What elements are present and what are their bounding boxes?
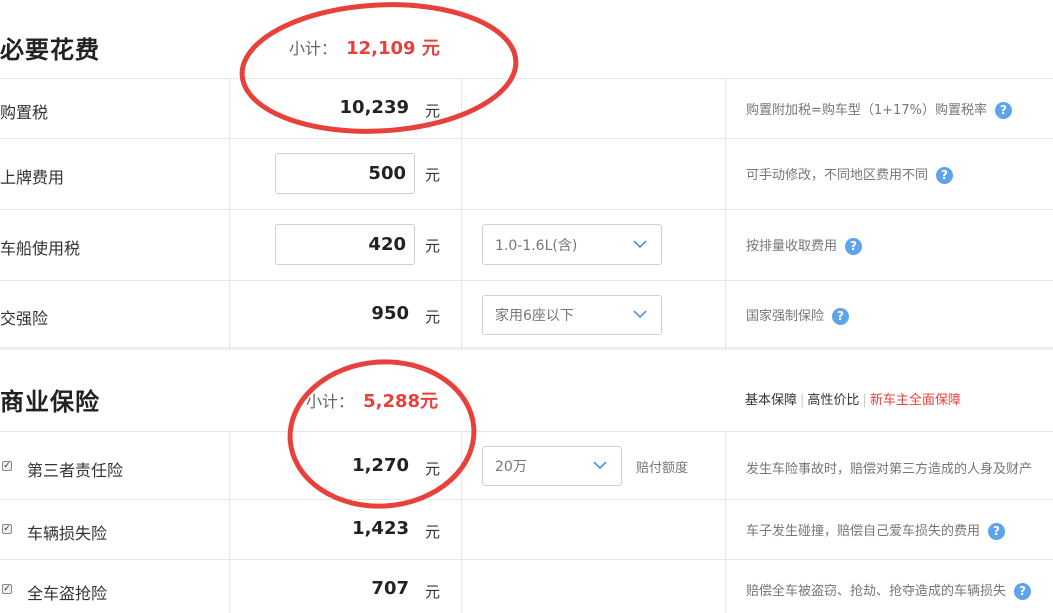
vehicle-tax-note: 按排量收取费用?	[746, 235, 863, 255]
note-text: 可手动修改，不同地区费用不同	[746, 168, 929, 183]
select-value: 20万	[495, 459, 527, 475]
column-divider	[725, 78, 726, 348]
plan-link-basic[interactable]: 基本保障	[745, 393, 797, 408]
column-divider	[229, 78, 230, 348]
row-label-compulsory-insurance: 交强险	[0, 309, 49, 328]
vehicle-damage-value: 1,423	[352, 518, 409, 539]
section-divider	[0, 347, 1053, 350]
subtotal-label: 小计：	[306, 392, 355, 411]
unit-label: 元	[425, 523, 441, 541]
compulsory-insurance-value: 950	[371, 303, 409, 324]
divider	[0, 559, 1053, 560]
seat-type-select[interactable]: 家用6座以下	[482, 295, 662, 335]
divider	[0, 431, 1053, 432]
row-label-vehicle-damage: 车辆损失险	[27, 524, 108, 543]
select-value: 家用6座以下	[495, 308, 574, 324]
annotation-circle	[287, 359, 477, 509]
purchase-tax-note: 购置附加税=购车型（1+17%）购置税率?	[746, 99, 1012, 119]
divider	[0, 499, 1053, 500]
subtotal-amount: 5,288元	[363, 391, 439, 412]
plan-link-value[interactable]: 高性价比	[807, 393, 859, 408]
checkbox-checked-icon[interactable]: ✓	[2, 461, 12, 471]
help-icon[interactable]: ?	[832, 308, 850, 325]
chevron-down-icon	[593, 461, 607, 470]
help-icon[interactable]: ?	[994, 102, 1012, 119]
registration-fee-input[interactable]	[275, 153, 415, 194]
chevron-down-icon	[633, 310, 647, 319]
unit-label: 元	[425, 166, 441, 184]
divider	[0, 138, 1053, 139]
commercial-subtotal: 小计： 5,288元	[306, 387, 438, 413]
third-party-note: 发生车险事故时，赔偿对第三方造成的人身及财产	[746, 462, 1033, 477]
chevron-down-icon	[633, 239, 647, 248]
note-text: 按排量收取费用	[746, 239, 838, 254]
row-label-third-party: 第三者责任险	[27, 461, 124, 480]
displacement-select[interactable]: 1.0-1.6L(含)	[482, 224, 662, 265]
theft-value: 707	[371, 578, 409, 599]
note-text: 购置附加税=购车型（1+17%）购置税率	[746, 103, 987, 118]
help-icon[interactable]: ?	[1014, 583, 1032, 600]
help-icon[interactable]: ?	[845, 238, 863, 255]
subtotal-amount: 12,109 元	[346, 38, 440, 59]
divider	[0, 78, 1053, 79]
required-subtotal: 小计： 12,109 元	[289, 34, 440, 60]
theft-note: 赔偿全车被盗窃、抢劫、抢夺造成的车辆损失?	[746, 580, 1032, 600]
column-divider	[461, 78, 462, 348]
column-divider	[229, 431, 230, 613]
row-label-registration-fee: 上牌费用	[0, 168, 65, 187]
note-text: 国家强制保险	[746, 309, 825, 324]
section-title-commercial: 商业保险	[0, 388, 100, 416]
column-divider	[461, 431, 462, 613]
row-label-theft: 全车盗抢险	[27, 584, 108, 603]
unit-label: 元	[425, 102, 441, 120]
plan-link-full[interactable]: 新车主全面保障	[870, 393, 961, 408]
coverage-suffix: 赔付额度	[636, 461, 689, 476]
row-label-vehicle-tax: 车船使用税	[0, 239, 81, 258]
unit-label: 元	[425, 583, 441, 601]
unit-label: 元	[425, 308, 441, 326]
subtotal-label: 小计：	[289, 39, 338, 58]
divider	[0, 209, 1053, 210]
compulsory-insurance-note: 国家强制保险?	[746, 305, 850, 325]
unit-label: 元	[425, 237, 441, 255]
note-text: 赔偿全车被盗窃、抢劫、抢夺造成的车辆损失	[746, 584, 1007, 599]
registration-fee-note: 可手动修改，不同地区费用不同?	[746, 164, 954, 184]
plan-links: 基本保障 | 高性价比 | 新车主全面保障	[745, 389, 961, 408]
purchase-tax-value: 10,239	[339, 97, 409, 118]
vehicle-tax-input[interactable]	[275, 224, 415, 265]
coverage-amount-select[interactable]: 20万	[482, 446, 622, 486]
help-icon[interactable]: ?	[936, 167, 954, 184]
link-separator: |	[800, 393, 805, 408]
section-title-required: 必要花费	[0, 36, 100, 64]
vehicle-damage-note: 车子发生碰撞，赔偿自己爱车损失的费用?	[746, 520, 1006, 540]
divider	[0, 280, 1053, 281]
checkbox-checked-icon[interactable]: ✓	[2, 524, 12, 534]
checkbox-checked-icon[interactable]: ✓	[2, 584, 12, 594]
note-text: 车子发生碰撞，赔偿自己爱车损失的费用	[746, 524, 981, 539]
help-icon[interactable]: ?	[988, 523, 1006, 540]
third-party-value: 1,270	[352, 455, 409, 476]
unit-label: 元	[425, 460, 441, 478]
select-value: 1.0-1.6L(含)	[495, 237, 578, 254]
link-separator: |	[862, 393, 867, 408]
row-label-purchase-tax: 购置税	[0, 103, 49, 122]
column-divider	[725, 431, 726, 613]
